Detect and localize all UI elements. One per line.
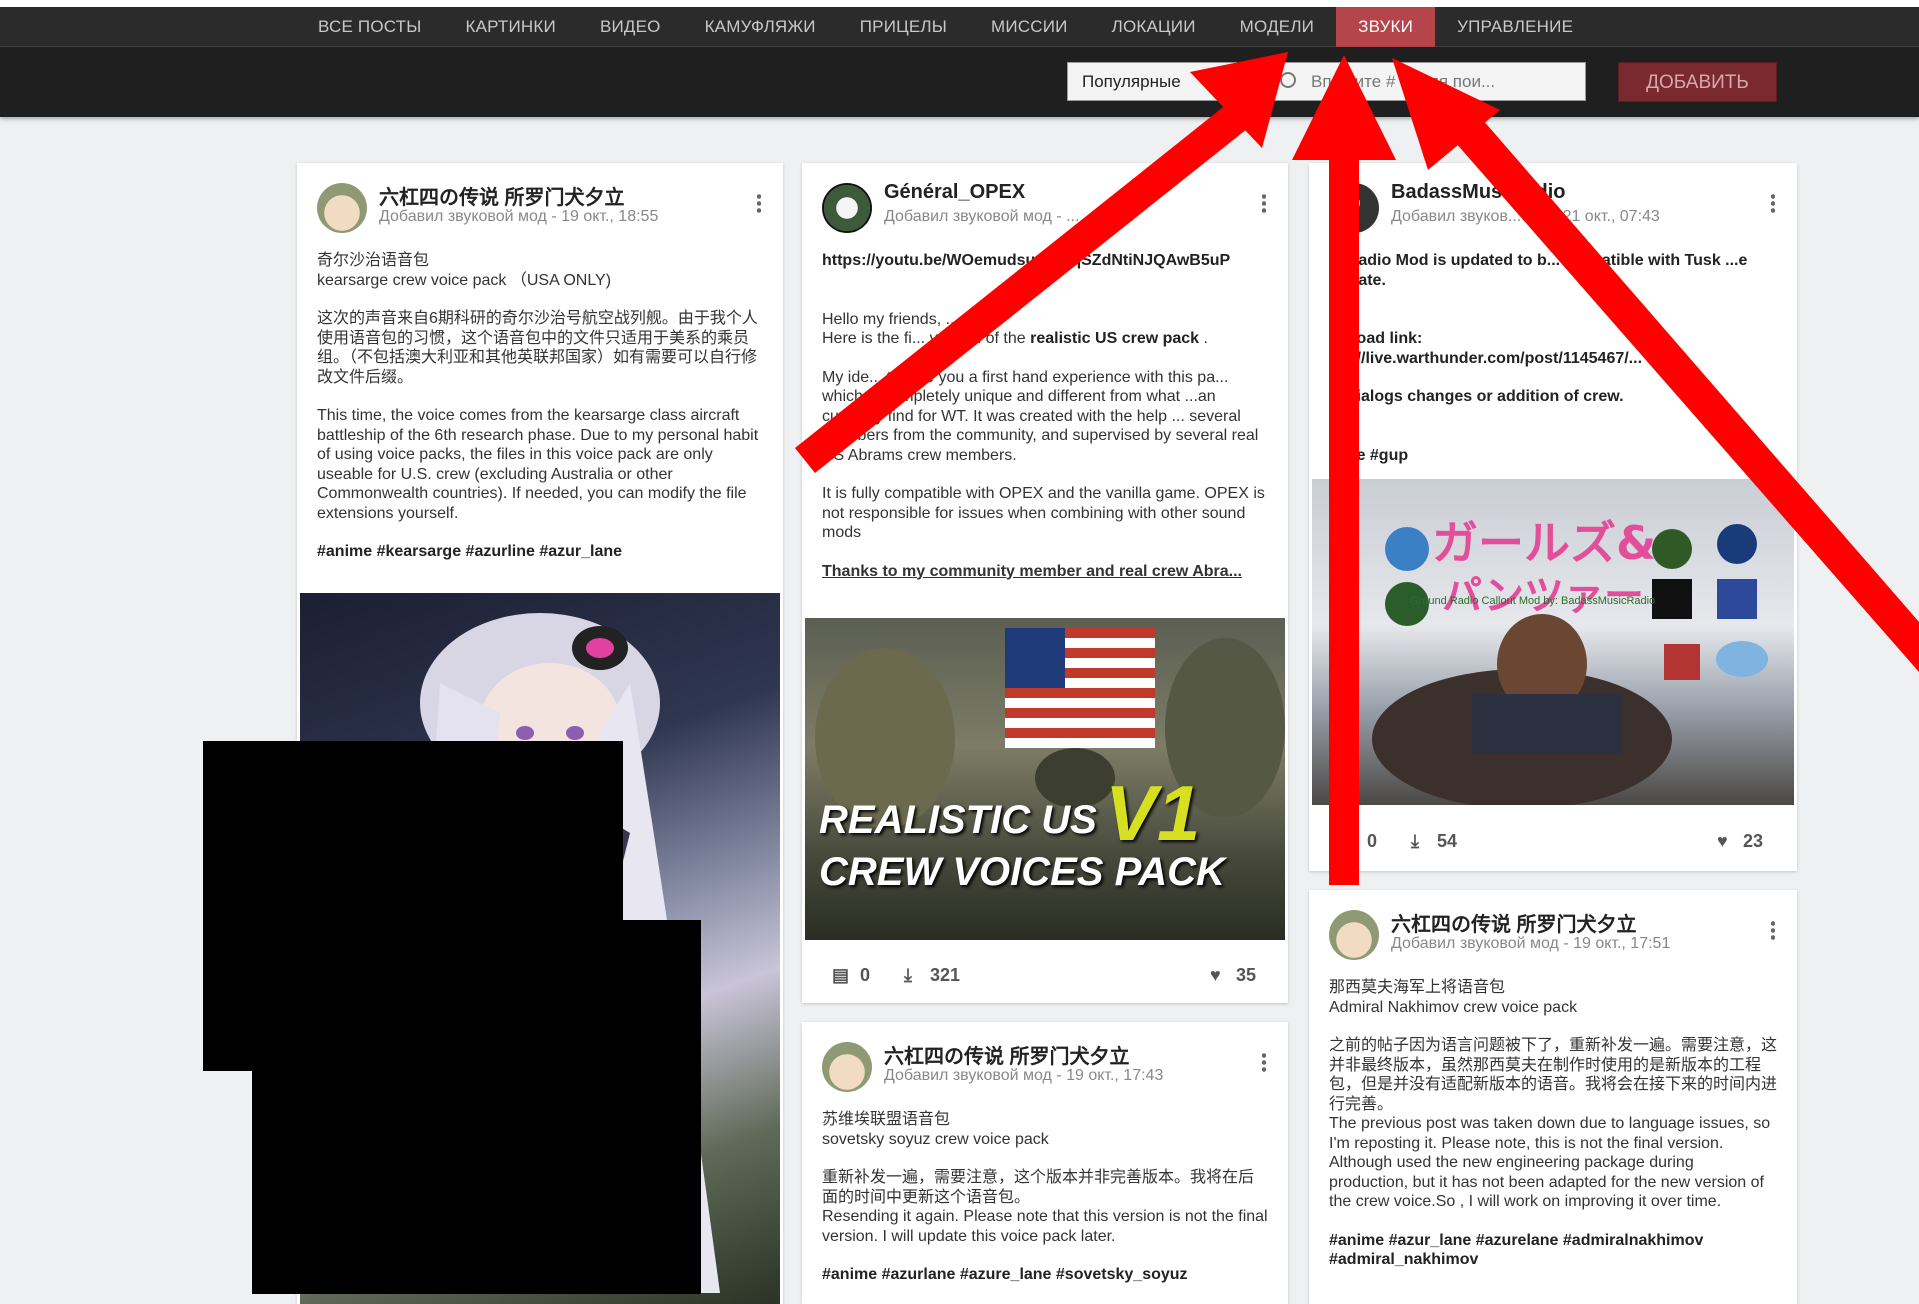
post-paragraph: 那西莫夫海军上将语音包 Admiral Nakhimov crew voice …: [1329, 979, 1578, 1016]
avatar[interactable]: [1329, 910, 1379, 960]
post-paragraph: My ide... to give you a first hand exper…: [822, 368, 1259, 464]
more-options-icon[interactable]: [1262, 193, 1266, 213]
nav-item[interactable]: Прицелы: [838, 7, 969, 47]
post-paragraph: ... Radio Mod is updated to b... ...mpat…: [1329, 252, 1748, 289]
post-image[interactable]: REALISTIC US V1 CREW VOICES PACK: [805, 618, 1285, 940]
post-author[interactable]: Général_OPEX: [884, 181, 1025, 204]
nav-item[interactable]: Видео: [578, 7, 683, 47]
banner-caption: Ground Radio Callout Mod by: BadassMusic…: [1410, 595, 1656, 607]
redaction-block: [252, 920, 701, 1294]
read-more-link[interactable]: Thanks to my community member and real c…: [822, 563, 1242, 580]
search-icon: [1280, 72, 1296, 88]
post-image[interactable]: ガールズ& パンツァー Ground Radio Callout Mod by:…: [1312, 479, 1794, 805]
post-author[interactable]: 六杠四の传说 所罗门犬夕立: [884, 1040, 1130, 1069]
post-card[interactable]: Général_OPEX Добавил звуковой мод - ... …: [802, 163, 1288, 1003]
post-card[interactable]: 六杠四の传说 所罗门犬夕立 Добавил звуковой мод - 19 …: [1309, 890, 1797, 1304]
post-stats: ▤ 0 ⤓ 321 ♥ 35: [832, 965, 1258, 989]
avatar[interactable]: [1329, 183, 1379, 233]
post-card[interactable]: 六杠四の传说 所罗门犬夕立 Добавил звуковой мод - 19 …: [802, 1022, 1288, 1304]
post-stats: ▤ 0 ⤓ 54 ♥ 23: [1339, 831, 1767, 855]
nav-item[interactable]: Все посты: [296, 7, 444, 47]
post-text: Here is the fi... version of the: [822, 330, 1031, 347]
post-meta: Добавил звуковой мод - 19 окт., 17:51: [1391, 935, 1671, 952]
tank-illustration: ガールズ& パンツァー: [1372, 516, 1768, 805]
comment-count: 0: [860, 965, 871, 985]
post-paragraph: It is fully compatible with OPEX and the…: [822, 485, 1265, 541]
more-options-icon[interactable]: [1771, 193, 1775, 213]
post-author[interactable]: 六杠四の传说 所罗门犬夕立: [379, 181, 625, 210]
post-body: https://youtu.be/WOemudsu...si=qSZdNtiNJ…: [822, 251, 1268, 600]
comment-count: 0: [1367, 831, 1378, 851]
comment-icon[interactable]: ▤: [832, 965, 849, 986]
heart-icon[interactable]: ♥: [1210, 965, 1221, 986]
category-nav-list: Все посты Картинки Видео Камуфляжи Прицелы Ми…: [296, 7, 1595, 47]
nav-item[interactable]: Камуфляжи: [683, 7, 838, 47]
post-text: ...nload link:: [1329, 330, 1423, 347]
post-paragraph: 苏维埃联盟语音包 sovetsky soyuz crew voice pack: [822, 1111, 1049, 1148]
download-count: 54: [1437, 831, 1458, 851]
post-paragraph: This time, the voice comes from the kear…: [317, 407, 759, 522]
more-options-icon[interactable]: [757, 193, 761, 213]
post-text: .: [1199, 330, 1208, 347]
post-tags[interactable]: #anime #azurlane #azure_lane #sovetsky_s…: [822, 1265, 1268, 1285]
post-text: Hello my friends, ...: [822, 310, 959, 328]
category-nav: Все посты Картинки Видео Камуфляжи Прицелы Ми…: [0, 7, 1919, 47]
post-body: 奇尔沙治语音包 kearsarge crew voice pack （USA O…: [317, 251, 763, 581]
post-author[interactable]: 六杠四の传说 所罗门犬夕立: [1391, 908, 1637, 937]
post-paragraph: 奇尔沙治语音包 kearsarge crew voice pack （USA O…: [317, 252, 612, 289]
post-meta: Добавил звуковой мод - 19 окт., 17:43: [884, 1067, 1164, 1084]
top-strip: [0, 0, 1919, 7]
avatar[interactable]: [822, 1042, 872, 1092]
post-author[interactable]: BadassMusic...dio: [1391, 181, 1566, 204]
post-paragraph: 之前的帖子因为语言问题被下了，重新补发一遍。需要注意，这并非最终版本，虽然那西莫…: [1329, 1037, 1778, 1210]
nav-item[interactable]: Картинки: [444, 7, 578, 47]
post-text-bold: realistic US crew pack: [1030, 330, 1200, 347]
post-tags[interactable]: #anime #azur_lane #azurelane #admiralnak…: [1329, 1231, 1777, 1270]
post-meta: Добавил звуковой мод - ... ., 13:27: [884, 208, 1138, 225]
like-count: 35: [1236, 965, 1257, 985]
search-input[interactable]: Впишите # ... для пои...: [1266, 62, 1586, 101]
download-link[interactable]: ...s://live.warthunder.com/post/1145467/…: [1329, 350, 1642, 367]
nav-item[interactable]: Модели: [1218, 7, 1336, 47]
heart-icon[interactable]: ♥: [1717, 831, 1728, 852]
add-button[interactable]: Добавить: [1618, 62, 1777, 102]
nav-item[interactable]: Звуки: [1336, 7, 1436, 47]
banner-line2: CREW VOICES PACK: [819, 850, 1225, 894]
post-tags[interactable]: #anime #kearsarge #azurline #azur_lane: [317, 542, 763, 562]
avatar[interactable]: [822, 183, 872, 233]
banner-line1: REALISTIC US: [819, 798, 1097, 842]
post-meta: Добавил звуковой мод - 19 окт., 18:55: [379, 208, 659, 225]
sort-select[interactable]: Популярные: [1067, 62, 1237, 101]
post-paragraph: 这次的声音来自6期科研的奇尔沙治号航空战列舰。由于我个人使用语音包的习惯，这个语…: [317, 310, 758, 386]
avatar[interactable]: [317, 183, 367, 233]
toolbar: Популярные Впишите # ... для пои... Доба…: [0, 47, 1919, 117]
post-tags[interactable]: ...me #gup: [1329, 446, 1777, 466]
youtube-link[interactable]: https://youtu.be/WOemudsu...si=qSZdNtiNJ…: [822, 252, 1230, 269]
post-paragraph: 重新补发一遍，需要注意，这个版本并非完善版本。我将在后面的时间中更新这个语音包。…: [822, 1169, 1268, 1245]
post-body: 那西莫夫海军上将语音包 Admiral Nakhimov crew voice …: [1329, 978, 1777, 1289]
svg-text:ガールズ&: ガールズ&: [1432, 516, 1656, 570]
nav-item[interactable]: Управление: [1435, 7, 1595, 47]
more-options-icon[interactable]: [1771, 920, 1775, 940]
banner-version: V1: [1105, 769, 1201, 857]
nav-item[interactable]: Локации: [1090, 7, 1218, 47]
download-icon[interactable]: ⤓: [904, 965, 912, 986]
post-paragraph: ... dialogs changes or addition of crew.: [1329, 388, 1624, 405]
post-card[interactable]: BadassMusic...dio Добавил звуков... ...д…: [1309, 163, 1797, 871]
post-body: ... Radio Mod is updated to b... ...mpat…: [1329, 251, 1777, 484]
download-icon[interactable]: ⤓: [1411, 831, 1419, 852]
post-meta: Добавил звуков... ...д - 21 окт., 07:43: [1391, 208, 1660, 225]
post-body: 苏维埃联盟语音包 sovetsky soyuz crew voice pack …: [822, 1110, 1268, 1304]
more-options-icon[interactable]: [1262, 1052, 1266, 1072]
download-count: 321: [930, 965, 961, 985]
comment-icon[interactable]: ▤: [1339, 831, 1356, 852]
like-count: 23: [1743, 831, 1764, 851]
nav-item[interactable]: Миссии: [969, 7, 1090, 47]
